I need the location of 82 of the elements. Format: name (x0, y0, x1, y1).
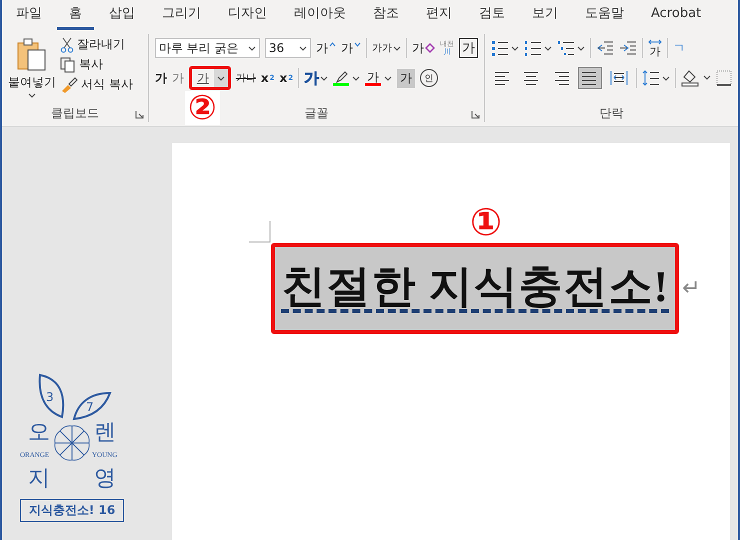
caret-icon (320, 76, 328, 80)
enclose-characters-button[interactable]: 인 (420, 69, 438, 87)
logo-mark: 3 (46, 390, 54, 404)
logo-caption: 지식충전소! 16 (20, 499, 124, 522)
decrease-indent-button[interactable] (596, 40, 614, 56)
pen-icon (334, 70, 348, 82)
paintbrush-icon (60, 76, 78, 92)
ribbon-tab[interactable]: 레이아웃 (282, 0, 358, 30)
bullets-button[interactable] (491, 40, 519, 56)
callout-number: ② (184, 91, 220, 125)
eraser-icon (424, 43, 435, 53)
caret-icon (352, 76, 360, 80)
up-caret-icon (328, 42, 336, 46)
font-color-button[interactable]: 가 (365, 70, 392, 86)
ribbon-tab[interactable]: 도움말 (573, 0, 636, 30)
copy-button[interactable]: 복사 (60, 56, 133, 73)
caret-icon (28, 93, 36, 98)
paragraph-mark: ↵ (682, 276, 701, 301)
align-icon (610, 70, 628, 86)
align-button[interactable] (578, 67, 602, 89)
numbering-button[interactable] (524, 40, 552, 56)
document-title: 친절한 지식충전소! (281, 262, 670, 311)
ribbon-tab[interactable]: 그리기 (150, 0, 213, 30)
logo-syllable: 영 (94, 466, 116, 491)
caret-icon (248, 46, 256, 50)
dialog-launcher-icon[interactable] (471, 110, 480, 119)
bold-button[interactable]: 가 (154, 70, 167, 86)
ribbon-tab[interactable]: Acrobat (639, 2, 714, 28)
font-name-dropdown[interactable]: 마루 부리 굵은 (154, 38, 260, 58)
group-label: 글꼴 (304, 104, 328, 122)
increase-indent-button[interactable] (619, 40, 637, 56)
align-icon (581, 70, 599, 86)
ribbon-tab[interactable]: 파일 (4, 0, 54, 30)
crop-mark-icon (249, 221, 272, 243)
logo-syllable: 지 (28, 466, 50, 491)
dialog-launcher-icon[interactable] (134, 110, 144, 119)
borders-button[interactable] (716, 70, 732, 86)
line-spacing-button[interactable] (642, 70, 670, 86)
cut-button[interactable]: 잘라내기 (60, 36, 133, 53)
scissors-icon (60, 36, 74, 52)
logo-mark: 7 (86, 400, 94, 414)
paste-button[interactable]: 붙여넣기 (8, 36, 56, 102)
shading-button[interactable] (681, 69, 711, 87)
character-border-button[interactable]: 가 (458, 38, 478, 58)
logo-syllable: 렌 (94, 420, 116, 445)
double-arrow-icon (648, 39, 662, 45)
ribbon-tab[interactable]: 삽입 (97, 0, 147, 30)
align-icon (494, 70, 512, 86)
caret-icon (298, 46, 307, 50)
clipboard-icon (17, 38, 47, 72)
change-case-button[interactable]: 가가 (372, 41, 401, 55)
format-painter-button[interactable]: 서식 복사 (60, 76, 133, 93)
ribbon-tab[interactable]: 보기 (520, 0, 570, 30)
shrink-font-button[interactable]: 가 (340, 40, 361, 56)
caret-icon (216, 76, 225, 80)
caret-icon (392, 46, 401, 50)
sort-button[interactable]: ㄱ (673, 40, 685, 56)
group-label: 클립보드 (50, 104, 99, 122)
align-icon (552, 70, 570, 86)
italic-button[interactable]: 가 (172, 70, 184, 86)
ribbon-tab[interactable]: 참조 (361, 0, 411, 30)
clear-formatting-button[interactable]: 가 (412, 40, 435, 56)
superscript-button[interactable]: x$^{2}$ (280, 71, 294, 85)
ribbon-tab[interactable]: 편지 (414, 0, 464, 30)
logo-syllable: 오 (28, 420, 50, 445)
text-direction-button[interactable]: 가 (648, 39, 662, 57)
text-effects-button[interactable]: 가 (304, 68, 328, 88)
strikethrough-button[interactable]: 가나 (236, 71, 256, 85)
group-label: 단락 (600, 104, 624, 122)
underline-button[interactable]: 가 (188, 66, 231, 90)
character-shading-button[interactable]: 가 (397, 68, 416, 88)
callout-number: ① (470, 203, 502, 241)
copy-icon (60, 56, 76, 72)
ribbon-tab[interactable]: 디자인 (216, 0, 279, 30)
caret-icon (384, 76, 392, 80)
multilevel-list-button[interactable] (557, 40, 585, 56)
highlight-button[interactable] (333, 70, 360, 86)
font-size-dropdown[interactable]: 36 (264, 38, 311, 58)
grow-font-button[interactable]: 가 (316, 40, 336, 56)
down-caret-icon (354, 42, 361, 46)
align-icon (523, 70, 541, 86)
ribbon-tab[interactable]: 검토 (467, 0, 517, 30)
